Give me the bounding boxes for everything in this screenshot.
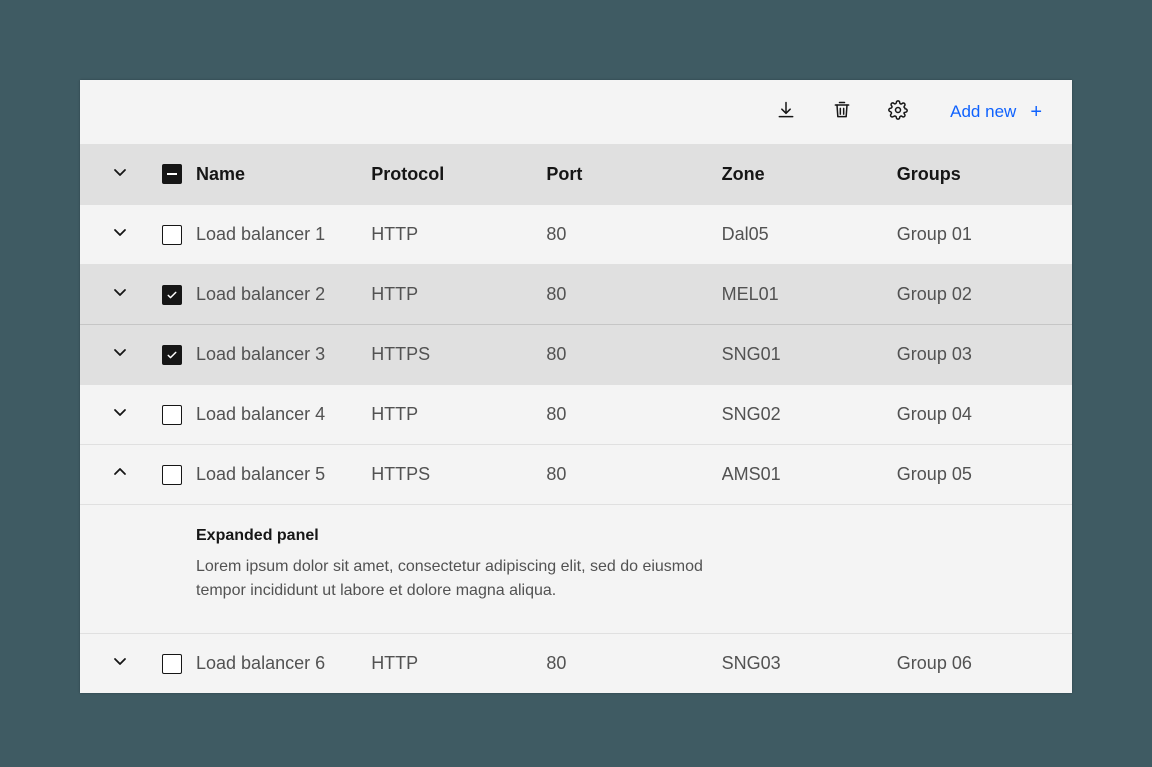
cell-groups: Group 02 bbox=[897, 284, 1072, 305]
plus-icon: + bbox=[1030, 102, 1042, 122]
cell-protocol: HTTPS bbox=[371, 344, 546, 365]
table-toolbar: Add new + bbox=[80, 80, 1072, 144]
chevron-down-icon bbox=[112, 284, 128, 305]
chevron-down-icon bbox=[112, 224, 128, 245]
cell-name: Load balancer 4 bbox=[196, 404, 371, 425]
row-expand-toggle[interactable] bbox=[92, 404, 148, 425]
indeterminate-icon bbox=[167, 173, 177, 176]
cell-port: 80 bbox=[546, 404, 721, 425]
chevron-down-icon bbox=[112, 404, 128, 425]
row-expand-toggle[interactable] bbox=[92, 653, 148, 674]
cell-name: Load balancer 1 bbox=[196, 224, 371, 245]
settings-button[interactable] bbox=[870, 80, 926, 144]
row-expanded-panel: Expanded panel Lorem ipsum dolor sit amet… bbox=[80, 504, 1072, 633]
cell-port: 80 bbox=[546, 284, 721, 305]
row-expand-toggle[interactable] bbox=[92, 344, 148, 365]
row-expand-toggle[interactable] bbox=[92, 284, 148, 305]
cell-protocol: HTTP bbox=[371, 224, 546, 245]
table-row: Load balancer 1HTTP80Dal05Group 01 bbox=[80, 204, 1072, 264]
cell-name: Load balancer 2 bbox=[196, 284, 371, 305]
download-button[interactable] bbox=[758, 80, 814, 144]
cell-zone: SNG03 bbox=[722, 653, 897, 674]
column-header-zone[interactable]: Zone bbox=[722, 164, 897, 185]
delete-button[interactable] bbox=[814, 80, 870, 144]
row-expand-toggle[interactable] bbox=[92, 224, 148, 245]
cell-name: Load balancer 5 bbox=[196, 464, 371, 485]
cell-protocol: HTTP bbox=[371, 653, 546, 674]
column-header-groups[interactable]: Groups bbox=[897, 164, 1072, 185]
table-row: Load balancer 2HTTP80MEL01Group 02 bbox=[80, 264, 1072, 324]
row-select-checkbox[interactable] bbox=[162, 405, 182, 425]
row-select-checkbox[interactable] bbox=[162, 285, 182, 305]
row-select-checkbox[interactable] bbox=[162, 345, 182, 365]
cell-protocol: HTTP bbox=[371, 404, 546, 425]
cell-name: Load balancer 3 bbox=[196, 344, 371, 365]
chevron-down-icon bbox=[112, 344, 128, 365]
cell-groups: Group 03 bbox=[897, 344, 1072, 365]
column-header-name[interactable]: Name bbox=[196, 164, 371, 185]
chevron-down-icon bbox=[112, 653, 128, 674]
chevron-down-icon bbox=[112, 164, 128, 185]
cell-zone: AMS01 bbox=[722, 464, 897, 485]
table-row: Load balancer 4HTTP80SNG02Group 04 bbox=[80, 384, 1072, 444]
row-select-checkbox[interactable] bbox=[162, 654, 182, 674]
column-header-port[interactable]: Port bbox=[546, 164, 721, 185]
add-new-label: Add new bbox=[950, 102, 1016, 122]
table-row: Load balancer 3HTTPS80SNG01Group 03 bbox=[80, 324, 1072, 384]
column-header-protocol[interactable]: Protocol bbox=[371, 164, 546, 185]
cell-name: Load balancer 6 bbox=[196, 653, 371, 674]
cell-port: 80 bbox=[546, 344, 721, 365]
chevron-up-icon bbox=[112, 464, 128, 485]
cell-protocol: HTTP bbox=[371, 284, 546, 305]
header-expand-all[interactable] bbox=[92, 164, 148, 185]
data-table-panel: Add new + Name Protocol Port Zone Groups… bbox=[80, 80, 1072, 693]
row-expand-toggle[interactable] bbox=[92, 464, 148, 485]
cell-zone: MEL01 bbox=[722, 284, 897, 305]
table-header-row: Name Protocol Port Zone Groups bbox=[80, 144, 1072, 204]
download-icon bbox=[776, 100, 796, 125]
cell-port: 80 bbox=[546, 224, 721, 245]
table-row: Load balancer 6HTTP80SNG03Group 06 bbox=[80, 633, 1072, 693]
expanded-panel-body: Lorem ipsum dolor sit amet, consectetur … bbox=[196, 555, 716, 603]
cell-protocol: HTTPS bbox=[371, 464, 546, 485]
table-body: Load balancer 1HTTP80Dal05Group 01Load b… bbox=[80, 204, 1072, 693]
gear-icon bbox=[888, 100, 908, 125]
cell-zone: SNG01 bbox=[722, 344, 897, 365]
trash-icon bbox=[832, 100, 852, 125]
cell-groups: Group 05 bbox=[897, 464, 1072, 485]
cell-zone: SNG02 bbox=[722, 404, 897, 425]
cell-groups: Group 01 bbox=[897, 224, 1072, 245]
cell-zone: Dal05 bbox=[722, 224, 897, 245]
cell-port: 80 bbox=[546, 464, 721, 485]
cell-groups: Group 06 bbox=[897, 653, 1072, 674]
expanded-panel-title: Expanded panel bbox=[196, 527, 1072, 545]
cell-port: 80 bbox=[546, 653, 721, 674]
row-select-checkbox[interactable] bbox=[162, 225, 182, 245]
table-row: Load balancer 5HTTPS80AMS01Group 05 bbox=[80, 444, 1072, 504]
add-new-button[interactable]: Add new + bbox=[926, 80, 1060, 144]
row-select-checkbox[interactable] bbox=[162, 465, 182, 485]
select-all-checkbox[interactable] bbox=[162, 164, 182, 184]
cell-groups: Group 04 bbox=[897, 404, 1072, 425]
